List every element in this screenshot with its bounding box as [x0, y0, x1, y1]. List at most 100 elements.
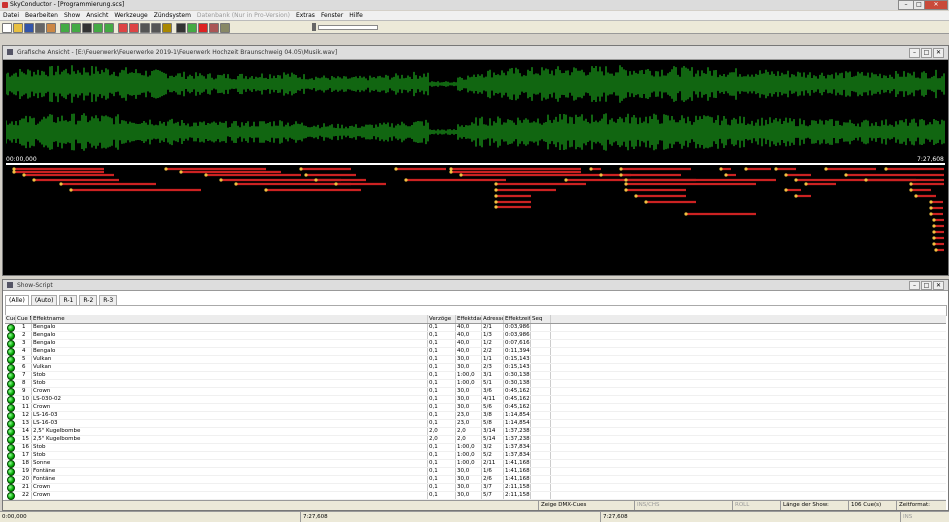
- table-row[interactable]: 10 LS-030-02 0,1 30,0 4/11 0:45,162: [5, 396, 946, 404]
- arrow-left-icon[interactable]: [104, 23, 114, 33]
- column-header[interactable]: Adresse: [482, 315, 504, 323]
- table-cell: 13: [16, 420, 32, 427]
- zoom-in-icon[interactable]: [60, 23, 70, 33]
- column-header[interactable]: Effektdau..: [456, 315, 482, 323]
- status-led-icon: [7, 372, 15, 380]
- table-row[interactable]: 5 Vulkan 0,1 30,0 1/1 0:15,143: [5, 356, 946, 364]
- table-header: Cue..Cue NrEffektnameVerzögeEffektdau..A…: [5, 315, 946, 324]
- script-close-button[interactable]: ✕: [933, 281, 944, 290]
- move-left-icon[interactable]: [140, 23, 150, 33]
- column-header[interactable]: Cue..: [5, 315, 16, 323]
- table-row[interactable]: 21 Crown 0,1 30,0 3/7 2:11,158: [5, 484, 946, 492]
- menu-item[interactable]: Fenster: [318, 11, 346, 20]
- zoom-out-icon[interactable]: [71, 23, 81, 33]
- cue-marker: [624, 188, 628, 192]
- table-row[interactable]: 1 Bengalo 0,1 40,0 2/1 0:03,986: [5, 324, 946, 332]
- close-button[interactable]: ✕: [924, 0, 948, 10]
- cue-marker: [684, 212, 688, 216]
- table-row[interactable]: 20 Fontäne 0,1 30,0 2/6 1:41,168: [5, 476, 946, 484]
- menu-item[interactable]: Hilfe: [346, 11, 366, 20]
- waveform-channel-2: [6, 113, 945, 151]
- table-row[interactable]: 22 Crown 0,1 30,0 5/7 2:11,158: [5, 492, 946, 500]
- table-cell: 40,0: [456, 324, 482, 331]
- table-row[interactable]: 2 Bengalo 0,1 40,0 1/3 0:03,986: [5, 332, 946, 340]
- cue-marker: [794, 178, 798, 182]
- menu-item[interactable]: Zündsystem: [151, 11, 194, 20]
- import-icon[interactable]: [46, 23, 56, 33]
- volume-slider[interactable]: [318, 25, 378, 30]
- table-row[interactable]: 4 Bengalo 0,1 40,0 2/2 0:11,394: [5, 348, 946, 356]
- minimize-button[interactable]: –: [898, 0, 914, 10]
- table-cell: 30,0: [456, 484, 482, 491]
- new-icon[interactable]: [2, 23, 12, 33]
- table-row[interactable]: 9 Crown 0,1 30,0 3/6 0:45,162: [5, 388, 946, 396]
- waveform[interactable]: [6, 62, 945, 157]
- table-cell: Stob: [32, 444, 428, 451]
- script-maximize-button[interactable]: □: [921, 281, 932, 290]
- menu-item[interactable]: Bearbeiten: [22, 11, 61, 20]
- table-cell: 0:30,138: [505, 380, 531, 387]
- save-icon[interactable]: [24, 23, 34, 33]
- dmx-status[interactable]: Zeige DMX-Cues: [538, 501, 634, 510]
- cue-marker: [304, 173, 308, 177]
- table-cell: 0,1: [428, 348, 456, 355]
- table-cell: 15: [16, 436, 32, 443]
- flag-icon[interactable]: [82, 23, 92, 33]
- graphic-maximize-button[interactable]: □: [921, 48, 932, 58]
- volume-icon[interactable]: [220, 23, 230, 33]
- table-row[interactable]: 17 Stob 0,1 1:00,0 5/2 1:37,834: [5, 452, 946, 460]
- stop-icon[interactable]: [198, 23, 208, 33]
- cue-marker: [844, 173, 848, 177]
- snap-icon[interactable]: [162, 23, 172, 33]
- cue-marker: [719, 167, 723, 171]
- table-row[interactable]: 14 2,5" Kugelbombe 2,0 2,0 3/14 1:37,238: [5, 428, 946, 436]
- table-row[interactable]: 18 Sonne 0,1 1:00,0 2/11 1:41,168: [5, 460, 946, 468]
- column-header[interactable]: Effektname: [32, 315, 428, 323]
- column-header[interactable]: Seq: [531, 315, 551, 323]
- cue-marker: [404, 178, 408, 182]
- table-row[interactable]: 7 Stob 0,1 1:00,0 3/1 0:30,138: [5, 372, 946, 380]
- table-cell: 1:14,854: [505, 412, 531, 419]
- play-icon[interactable]: [187, 23, 197, 33]
- table-row[interactable]: 6 Vulkan 0,1 30,0 2/3 0:15,143: [5, 364, 946, 372]
- table-row[interactable]: 12 LS-16-03 0,1 23,0 3/8 1:14,854: [5, 412, 946, 420]
- table-cell: Vulkan: [32, 364, 428, 371]
- tab-1[interactable]: (Alle): [5, 295, 29, 305]
- menu-item[interactable]: Extras: [293, 11, 318, 20]
- table-cell: LS-030-02: [32, 396, 428, 403]
- tab-5[interactable]: R-3: [99, 295, 118, 305]
- script-minimize-button[interactable]: –: [909, 281, 920, 290]
- insert-icon[interactable]: [129, 23, 139, 33]
- menu-item[interactable]: Werkzeuge: [111, 11, 150, 20]
- column-header[interactable]: Cue Nr: [16, 315, 32, 323]
- timeline-start: 00:00,000: [6, 156, 37, 163]
- arrow-right-icon[interactable]: [93, 23, 103, 33]
- table-row[interactable]: 16 Stob 0,1 1:00,0 3/2 1:37,834: [5, 444, 946, 452]
- cut-icon[interactable]: [176, 23, 186, 33]
- column-header[interactable]: Effektzeit: [504, 315, 531, 323]
- graphic-minimize-button[interactable]: –: [909, 48, 920, 58]
- cue-marker: [619, 173, 623, 177]
- table-row[interactable]: 15 2,5" Kugelbombe 2,0 2,0 5/14 1:37,238: [5, 436, 946, 444]
- table-row[interactable]: 13 LS-16-03 0,1 23,0 5/8 1:14,854: [5, 420, 946, 428]
- tab-2[interactable]: (Auto): [30, 295, 58, 305]
- print-icon[interactable]: [35, 23, 45, 33]
- menu-item[interactable]: Show: [61, 11, 83, 20]
- table-row[interactable]: 3 Bengalo 0,1 40,0 1/2 0:07,616: [5, 340, 946, 348]
- menu-item[interactable]: Datei: [0, 11, 22, 20]
- tab-3[interactable]: R-1: [59, 295, 78, 305]
- menu-item[interactable]: Ansicht: [83, 11, 111, 20]
- cue-dropdown-icon[interactable]: [118, 23, 128, 33]
- cue-timeline[interactable]: [6, 167, 945, 272]
- tab-4[interactable]: R-2: [79, 295, 98, 305]
- volume-slider-thumb[interactable]: [312, 23, 316, 31]
- table-row[interactable]: 19 Fontäne 0,1 30,0 1/6 1:41,168: [5, 468, 946, 476]
- move-right-icon[interactable]: [151, 23, 161, 33]
- column-header[interactable]: Verzöge: [428, 315, 456, 323]
- table-cell: 0,1: [428, 372, 456, 379]
- table-row[interactable]: 11 Crown 0,1 30,0 5/6 0:45,162: [5, 404, 946, 412]
- clock-icon[interactable]: [209, 23, 219, 33]
- graphic-close-button[interactable]: ✕: [933, 48, 944, 58]
- table-row[interactable]: 8 Stob 0,1 1:00,0 5/1 0:30,138: [5, 380, 946, 388]
- open-icon[interactable]: [13, 23, 23, 33]
